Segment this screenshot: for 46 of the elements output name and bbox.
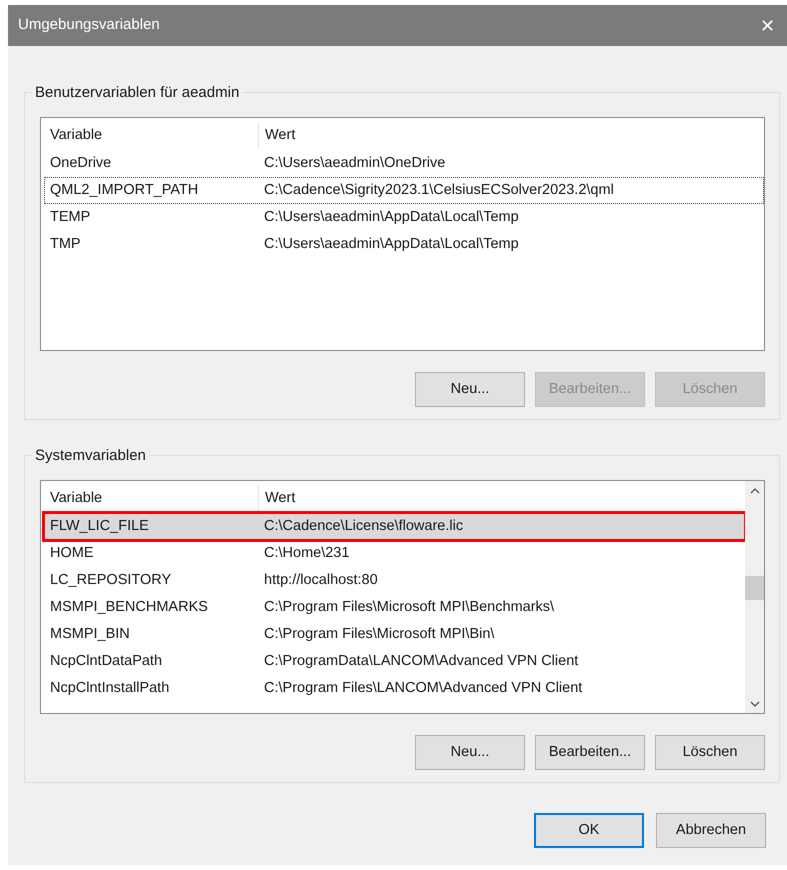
variable-name: TEMP: [49, 208, 92, 227]
list-row[interactable]: HOME C:\Home\231: [44, 540, 745, 567]
window-title: Umgebungsvariablen: [18, 15, 160, 36]
variable-name: NcpClntDataPath: [49, 652, 164, 671]
new-button[interactable]: Neu...: [415, 372, 525, 407]
variable-name: LC_REPOSITORY: [49, 570, 172, 590]
column-header: Wert: [258, 122, 763, 149]
variable-value: C:\Program Files\Microsoft MPI\Bin\: [263, 624, 496, 644]
delete-button[interactable]: Löschen: [655, 735, 765, 770]
edit-button[interactable]: Bearbeiten...: [535, 735, 645, 770]
variable-value: C:\Home\231: [263, 544, 350, 563]
variable-name: NcpClntInstallPath: [49, 678, 170, 698]
variable-name: MSMPI_BENCHMARKS: [49, 598, 209, 617]
list-row[interactable]: FLW_LIC_FILE C:\Cadence\License\floware.lic: [44, 513, 745, 540]
new-button[interactable]: Neu...: [415, 735, 525, 770]
variable-value: C:\Cadence\License\floware.lic: [263, 516, 464, 536]
variable-name: MSMPI_BIN: [49, 624, 131, 644]
list-row[interactable]: TMP C:\Users\aeadmin\AppData\Local\Temp: [44, 231, 764, 258]
scrollbar[interactable]: [745, 481, 764, 713]
variable-value: C:\Users\aeadmin\AppData\Local\Temp: [263, 234, 520, 254]
variable-value: C:\Program Files\Microsoft MPI\Benchmarks\: [263, 598, 556, 617]
variable-name: QML2_IMPORT_PATH: [49, 180, 200, 200]
variable-name: TMP: [49, 234, 82, 254]
list-row[interactable]: NcpClntDataPath C:\ProgramData\LANCOM\Advanced VPN Client: [44, 648, 745, 675]
list-row[interactable]: NcpClntInstallPath C:\Program Files\LANCOM\Advanced VPN Client: [44, 675, 745, 702]
variable-name: FLW_LIC_FILE: [49, 516, 150, 536]
variable-name: HOME: [49, 544, 94, 563]
close-button[interactable]: ✕: [758, 16, 777, 34]
list-row[interactable]: QML2_IMPORT_PATH C:\Cadence\Sigrity2023.1\CelsiusECSolver2023.2\qml: [44, 177, 764, 204]
variable-name: OneDrive: [49, 154, 112, 173]
variable-value: C:\Users\aeadmin\OneDrive: [263, 154, 446, 173]
variable-value: C:\Users\aeadmin\AppData\Local\Temp: [263, 208, 520, 227]
list-row[interactable]: LC_REPOSITORY http://localhost:80: [44, 567, 745, 594]
variable-value: C:\Cadence\Sigrity2023.1\CelsiusECSolver2023.2\qml: [263, 180, 615, 200]
variable-value: C:\Program Files\LANCOM\Advanced VPN Client: [263, 678, 584, 698]
cancel-button[interactable]: Abbrechen: [656, 813, 766, 848]
variable-value: http://localhost:80: [263, 570, 379, 590]
column-header: Variable: [49, 488, 104, 508]
list-row[interactable]: MSMPI_BIN C:\Program Files\Microsoft MPI\Bin\: [44, 621, 745, 648]
list-row[interactable]: OneDrive C:\Users\aeadmin\OneDrive: [44, 150, 764, 177]
ok-button[interactable]: OK: [534, 813, 644, 848]
scrollbar-thumb[interactable]: [745, 576, 764, 600]
list-row[interactable]: MSMPI_BENCHMARKS C:\Program Files\Microsoft MPI\Benchmarks\: [44, 594, 745, 621]
column-header: Variable: [49, 126, 104, 145]
variable-value: C:\ProgramData\LANCOM\Advanced VPN Client: [263, 652, 580, 671]
list-row[interactable]: TEMP C:\Users\aeadmin\AppData\Local\Temp: [44, 204, 764, 231]
